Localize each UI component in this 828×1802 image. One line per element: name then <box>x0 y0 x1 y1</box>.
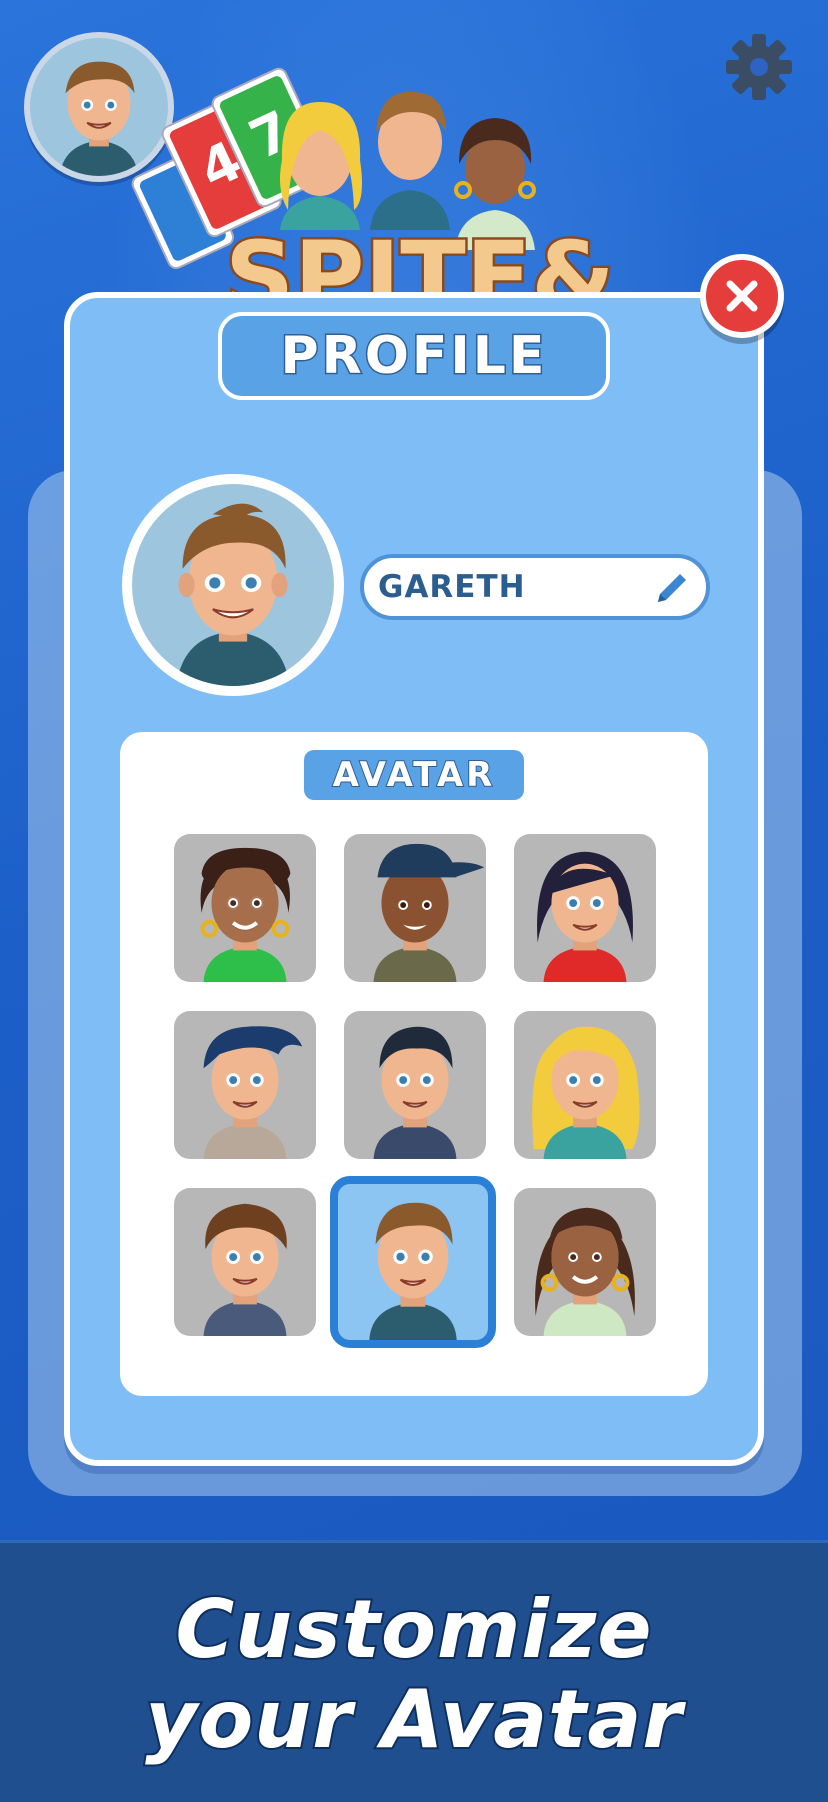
player-name-field[interactable]: GARETH <box>360 554 710 620</box>
avatar-option-boy-curly-brown[interactable] <box>174 1188 316 1336</box>
banner-line-2: your Avatar <box>143 1671 684 1768</box>
profile-title-text: PROFILE <box>279 325 548 388</box>
selected-avatar <box>122 474 344 696</box>
pencil-icon[interactable] <box>652 568 692 608</box>
avatar-option-woman-curly-dark[interactable] <box>174 834 316 982</box>
game-logo: 4 7 SPITE& <box>120 60 640 336</box>
avatar-option-woman-bun[interactable] <box>514 1188 656 1336</box>
profile-title: PROFILE <box>218 312 610 400</box>
avatar-option-gareth[interactable] <box>330 1176 496 1348</box>
avatar-option-man-cap[interactable] <box>344 834 486 982</box>
gear-icon <box>726 34 792 100</box>
promo-banner: Customize your Avatar <box>0 1540 828 1802</box>
banner-line-1: Customize <box>173 1581 653 1678</box>
avatar-option-man-dark-hair[interactable] <box>344 1011 486 1159</box>
settings-button[interactable] <box>722 30 796 104</box>
close-button[interactable] <box>700 254 784 338</box>
close-icon <box>726 280 758 312</box>
player-name: GARETH <box>378 569 526 605</box>
avatar-option-woman-blonde[interactable] <box>514 1011 656 1159</box>
avatar-section-title: AVATAR <box>304 750 524 800</box>
avatar-option-man-blue-hair[interactable] <box>174 1011 316 1159</box>
avatar-option-woman-black-bob[interactable] <box>514 834 656 982</box>
logo-text: SPITE& <box>225 221 615 300</box>
avatar-section-title-text: AVATAR <box>332 754 496 796</box>
